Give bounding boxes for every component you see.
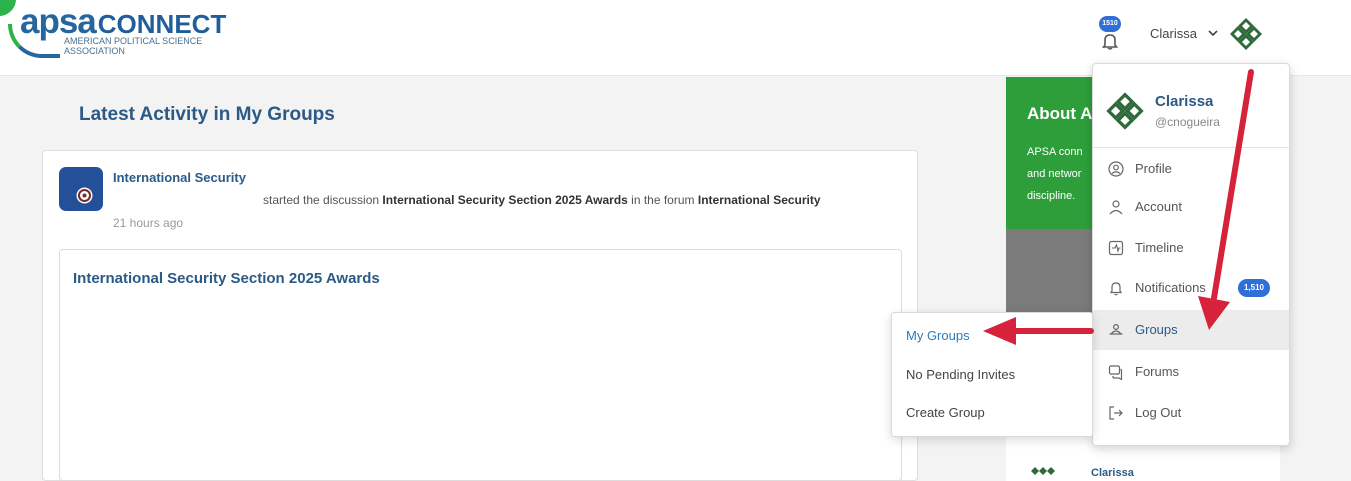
menu-item-label: Account <box>1135 199 1182 214</box>
user-circle-icon <box>1108 161 1124 177</box>
dropdown-avatar[interactable] <box>1104 90 1146 132</box>
page-title: Latest Activity in My Groups <box>79 104 335 125</box>
notification-count-badge: 1510 <box>1099 16 1121 32</box>
menu-item-logout[interactable]: Log Out <box>1093 393 1289 433</box>
menu-item-notifications[interactable]: Notifications 1,510 <box>1093 268 1289 308</box>
about-widget-title: About A <box>1027 104 1093 123</box>
activity-text-prefix: started the discussion <box>263 193 383 207</box>
menu-item-forums[interactable]: Forums <box>1093 352 1289 392</box>
submenu-item-create-group[interactable]: Create Group <box>906 405 985 420</box>
menu-item-account[interactable]: Account <box>1093 187 1289 227</box>
forums-icon <box>1108 365 1123 380</box>
person-icon <box>1109 200 1123 215</box>
timeline-icon <box>1108 240 1124 256</box>
discussion-title-link[interactable]: International Security Section 2025 Awar… <box>73 270 380 287</box>
bell-icon <box>1109 282 1123 296</box>
member-avatar[interactable] <box>76 187 93 204</box>
bell-icon <box>1101 34 1119 50</box>
forum-link[interactable]: International Security <box>698 193 821 207</box>
notifications-count-badge: 1,510 <box>1238 279 1270 297</box>
member-name[interactable]: Clarissa <box>1091 467 1134 479</box>
group-name-link[interactable]: International Security <box>113 170 246 185</box>
menu-item-label: Forums <box>1135 364 1180 379</box>
activity-description: started the discussion International Sec… <box>263 193 821 207</box>
menu-item-label: Timeline <box>1135 240 1184 255</box>
dropdown-divider <box>1093 147 1289 148</box>
chevron-down-icon[interactable] <box>1207 27 1219 39</box>
user-avatar[interactable] <box>1228 16 1264 52</box>
logo-subtitle: AMERICAN POLITICAL SCIENCE ASSOCIATION <box>64 36 203 56</box>
apsa-connect-logo[interactable]: apsaCONNECT AMERICAN POLITICAL SCIENCE A… <box>8 2 258 64</box>
logout-icon <box>1109 406 1123 420</box>
menu-item-label: Groups <box>1135 322 1178 337</box>
menu-item-label: Notifications <box>1135 280 1206 295</box>
menu-item-label: Log Out <box>1135 405 1182 420</box>
user-menu-name[interactable]: Clarissa <box>1150 26 1197 41</box>
discussion-link[interactable]: International Security Section 2025 Awar… <box>382 193 627 207</box>
submenu-item-my-groups[interactable]: My Groups <box>906 328 970 343</box>
menu-item-profile[interactable]: Profile <box>1093 149 1289 189</box>
menu-item-groups[interactable]: Groups <box>1093 310 1289 350</box>
groups-icon <box>1109 323 1123 335</box>
activity-text-middle: in the forum <box>627 193 698 207</box>
menu-item-timeline[interactable]: Timeline <box>1093 228 1289 268</box>
activity-timestamp: 21 hours ago <box>113 216 184 230</box>
member-avatar[interactable] <box>1029 465 1057 481</box>
submenu-item-pending-invites[interactable]: No Pending Invites <box>906 367 1015 382</box>
notifications-bell-button[interactable]: 1510 <box>1098 16 1128 50</box>
dropdown-user-handle: @cnogueira <box>1155 115 1220 129</box>
menu-item-label: Profile <box>1135 161 1172 176</box>
dropdown-user-name[interactable]: Clarissa <box>1155 93 1213 110</box>
